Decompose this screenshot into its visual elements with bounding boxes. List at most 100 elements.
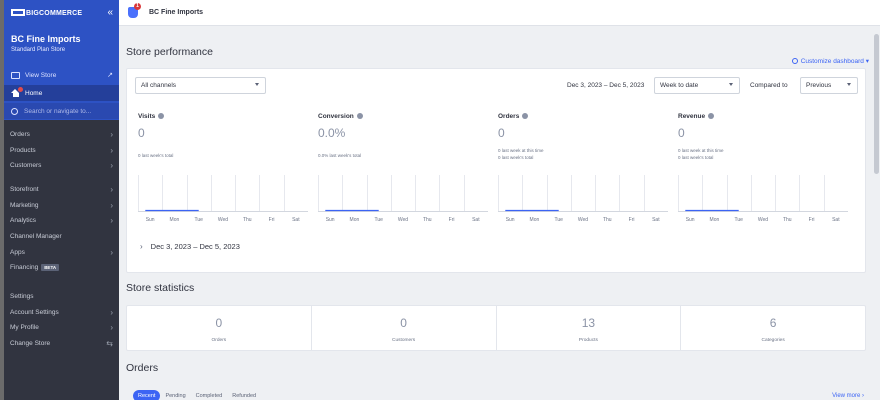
sidebar-item-label: Change Store: [10, 340, 51, 348]
chevron-right-icon: ›: [110, 216, 113, 226]
sidebar-item-home[interactable]: Home: [4, 85, 119, 101]
metric-label-text: Conversion: [318, 113, 354, 120]
day-tick-label: Tue: [554, 217, 563, 223]
sidebar-item-orders[interactable]: Orders ›: [4, 127, 119, 143]
chevron-down-icon: [255, 83, 259, 86]
sidebar-item-account-settings[interactable]: Account Settings ›: [4, 305, 119, 321]
chevron-down-icon: [729, 83, 733, 86]
sidebar-item-label: Analytics: [10, 217, 37, 225]
view-store-label: View Store: [25, 71, 57, 79]
order-tabs: Recent Pending Completed Refunded: [133, 390, 261, 400]
sidebar-item-products[interactable]: Products ›: [4, 143, 119, 159]
view-more-link[interactable]: View more ›: [832, 393, 864, 399]
sidebar-item-label: Account Settings: [10, 308, 59, 316]
sidebar-item-storefront[interactable]: Storefront ›: [4, 182, 119, 198]
info-icon[interactable]: [158, 113, 165, 119]
compared-select-value: Previous: [806, 82, 832, 89]
stat-products[interactable]: 13 Products: [497, 306, 682, 350]
sidebar: BIGCOMMERCE « BC Fine Imports Standard P…: [4, 0, 119, 400]
day-tick-label: Wed: [758, 217, 768, 223]
day-tick-label: Tue: [734, 217, 743, 223]
sidebar-item-marketing[interactable]: Marketing ›: [4, 198, 119, 214]
day-tick-label: Wed: [578, 217, 588, 223]
sparkline-chart: Sun Mon Tue Wed Thu Fri Sat: [138, 175, 308, 223]
day-tick-label: Fri: [449, 217, 455, 223]
sidebar-item-analytics[interactable]: Analytics ›: [4, 213, 119, 229]
sidebar-item-apps[interactable]: Apps ›: [4, 244, 119, 260]
date-range-toggle[interactable]: › Dec 3, 2023 – Dec 5, 2023: [140, 242, 240, 251]
collapse-sidebar-button[interactable]: «: [107, 7, 113, 18]
sidebar-item-settings[interactable]: Settings: [4, 289, 119, 305]
notification-dot: [18, 87, 23, 92]
chevron-right-icon: ›: [110, 200, 113, 210]
metric-sparkline: Sun Mon Tue Wed Thu Fri Sat: [678, 175, 848, 227]
range-toggle-label: Dec 3, 2023 – Dec 5, 2023: [150, 242, 240, 251]
compared-to-select[interactable]: Previous: [800, 77, 858, 94]
info-icon[interactable]: [356, 113, 363, 119]
sidebar-item-label: Apps: [10, 248, 25, 256]
brand-name: BIGCOMMERCE: [26, 10, 83, 17]
metric-value: 0: [498, 126, 505, 140]
metric-value: 0: [138, 126, 145, 140]
view-store-link[interactable]: View Store ↗: [4, 67, 119, 83]
compared-to-label: Compared to: [750, 82, 788, 89]
day-tick-label: Fri: [269, 217, 275, 223]
channel-select[interactable]: All channels: [135, 77, 266, 94]
metric-subtext: 0.0% last week's total: [318, 153, 362, 158]
info-icon[interactable]: [708, 113, 715, 119]
day-tick-label: Mon: [350, 217, 360, 223]
info-icon[interactable]: [522, 113, 529, 119]
tab-recent[interactable]: Recent: [133, 390, 161, 400]
home-icon: [11, 87, 23, 97]
sidebar-item-label: Channel Manager: [10, 233, 62, 241]
chevron-right-icon: ›: [110, 247, 113, 257]
tab-completed[interactable]: Completed: [191, 390, 228, 400]
sparkline-chart: Sun Mon Tue Wed Thu Fri Sat: [678, 175, 848, 223]
day-tick-label: Thu: [243, 217, 252, 223]
metric-subtext: 0 last week at this time: [498, 148, 544, 153]
day-tick-label: Thu: [423, 217, 432, 223]
stat-categories[interactable]: 6 Categories: [681, 306, 865, 350]
metric-sparkline: Sun Mon Tue Wed Thu Fri Sat: [138, 175, 308, 227]
stat-label: Categories: [761, 338, 785, 343]
scrollbar-thumb[interactable]: [874, 34, 879, 174]
performance-card: All channels Dec 3, 2023 – Dec 5, 2023 W…: [126, 68, 866, 273]
sidebar-item-financing[interactable]: Financing BETA: [4, 260, 119, 276]
app-frame: BIGCOMMERCE « BC Fine Imports Standard P…: [4, 0, 880, 400]
sidebar-item-label: Settings: [10, 293, 34, 301]
search-input[interactable]: Search or navigate to...: [4, 103, 119, 119]
search-placeholder: Search or navigate to...: [24, 107, 92, 115]
sidebar-item-my-profile[interactable]: My Profile ›: [4, 320, 119, 336]
tab-pending[interactable]: Pending: [160, 390, 190, 400]
stat-orders[interactable]: 0 Orders: [127, 306, 312, 350]
day-tick-label: Sun: [506, 217, 515, 223]
orders-title: Orders: [126, 362, 159, 374]
channel-select-value: All channels: [141, 82, 177, 89]
sidebar-item-customers[interactable]: Customers ›: [4, 158, 119, 174]
stat-label: Orders: [211, 338, 227, 343]
store-statistics-title: Store statistics: [126, 282, 195, 294]
metric-label-text: Orders: [498, 113, 520, 120]
sidebar-item-label: Orders: [10, 131, 30, 139]
swap-icon: ⇆: [106, 339, 113, 349]
chevron-right-icon: ›: [110, 161, 113, 171]
sidebar-item-change-store[interactable]: Change Store ⇆: [4, 336, 119, 352]
metric-subtext: 0 last week's total: [678, 155, 714, 160]
day-tick-label: Wed: [398, 217, 408, 223]
customize-label: Customize dashboard: [800, 58, 864, 65]
stat-customers[interactable]: 0 Customers: [312, 306, 497, 350]
day-tick-label: Sat: [472, 217, 480, 223]
customize-dashboard-button[interactable]: Customize dashboard ▾: [791, 57, 869, 65]
beta-badge: BETA: [41, 264, 60, 272]
metric-sparkline: Sun Mon Tue Wed Thu Fri Sat: [498, 175, 668, 227]
brand-logo[interactable]: BIGCOMMERCE: [11, 9, 82, 17]
sidebar-item-channel-manager[interactable]: Channel Manager: [4, 229, 119, 245]
home-label: Home: [25, 89, 43, 97]
chevron-down-icon: [847, 83, 851, 86]
sparkline-chart: Sun Mon Tue Wed Thu Fri Sat: [318, 175, 488, 223]
tab-refunded[interactable]: Refunded: [227, 390, 261, 400]
period-select[interactable]: Week to date: [654, 77, 740, 94]
metric-sparkline: Sun Mon Tue Wed Thu Fri Sat: [318, 175, 488, 227]
page-scrollbar[interactable]: [873, 26, 880, 400]
metric-label: Visits: [138, 113, 165, 120]
